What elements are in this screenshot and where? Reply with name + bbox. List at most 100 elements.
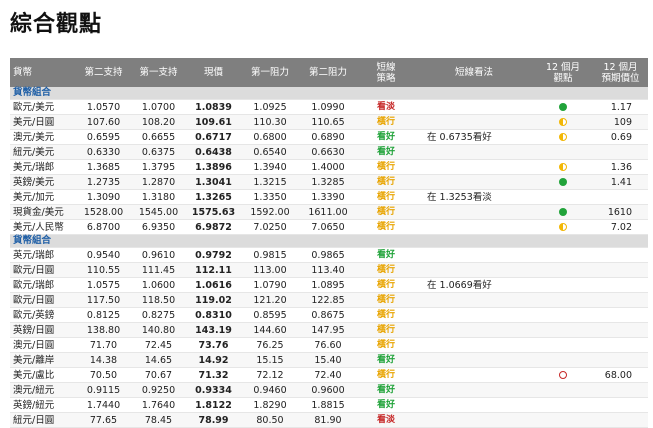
cell-s2: 0.8125 xyxy=(76,307,131,323)
cell-r2: 1.0895 xyxy=(299,277,357,293)
table-row: 美元/盧比 70.50 70.67 71.32 72.12 72.40 橫行 68.00 xyxy=(10,367,648,383)
table-row: 歐元/瑞郎 1.0575 1.0600 1.0616 1.0790 1.0895 橫行 在 1… xyxy=(10,277,648,293)
signal-cell: 看好 xyxy=(357,352,415,368)
signal-cell: 看好 xyxy=(357,382,415,398)
cell-r1: 1.0925 xyxy=(241,99,299,115)
cell-current: 78.99 xyxy=(186,412,241,428)
cell-r2: 81.90 xyxy=(299,412,357,428)
currency-name: 美元/日圓 xyxy=(10,114,76,130)
short-term-view xyxy=(415,292,533,308)
outlook-cell xyxy=(533,174,593,190)
target-price: 1.41 xyxy=(593,174,648,190)
cell-s2: 138.80 xyxy=(76,322,131,338)
signal-cell: 看好 xyxy=(357,247,415,263)
signal-cell: 橫行 xyxy=(357,277,415,293)
target-price xyxy=(593,412,648,428)
signal-cell: 橫行 xyxy=(357,292,415,308)
cell-s2: 6.8700 xyxy=(76,219,131,235)
currency-name: 美元/盧比 xyxy=(10,367,76,383)
cell-s2: 70.50 xyxy=(76,367,131,383)
cell-r1: 0.8595 xyxy=(241,307,299,323)
cell-s1: 0.9610 xyxy=(131,247,186,263)
cell-s1: 70.67 xyxy=(131,367,186,383)
currency-name: 美元/離岸 xyxy=(10,352,76,368)
col-resistance-2: 第二阻力 xyxy=(299,58,357,87)
outlook-cell xyxy=(533,382,593,398)
cell-s1: 1.0600 xyxy=(131,277,186,293)
cell-s1: 0.9250 xyxy=(131,382,186,398)
target-price xyxy=(593,397,648,413)
table-row: 現貨金/美元 1528.00 1545.00 1575.63 1592.00 1611.0… xyxy=(10,204,648,220)
cell-r1: 1.8290 xyxy=(241,397,299,413)
cell-r2: 0.6630 xyxy=(299,144,357,160)
table-row: 英元/瑞郎 0.9540 0.9610 0.9792 0.9815 0.9865 看好 xyxy=(10,247,648,263)
cell-s1: 0.8275 xyxy=(131,307,186,323)
cell-r2: 1.0990 xyxy=(299,99,357,115)
cell-s1: 0.6655 xyxy=(131,129,186,145)
half-circle-icon xyxy=(559,163,567,171)
short-term-view xyxy=(415,114,533,130)
table-row: 美元/人民幣 6.8700 6.9350 6.9872 7.0250 7.0650 橫行 7.… xyxy=(10,219,648,235)
signal-cell: 橫行 xyxy=(357,219,415,235)
target-price xyxy=(593,144,648,160)
cell-r1: 1.3350 xyxy=(241,189,299,205)
outlook-cell xyxy=(533,204,593,220)
cell-s2: 0.6595 xyxy=(76,129,131,145)
short-term-view xyxy=(415,247,533,263)
cell-s1: 1.3180 xyxy=(131,189,186,205)
cell-s2: 1.3685 xyxy=(76,159,131,175)
cell-r1: 144.60 xyxy=(241,322,299,338)
currency-name: 英元/瑞郎 xyxy=(10,247,76,263)
short-term-view: 在 1.0669看好 xyxy=(415,277,533,293)
signal-badge: 看好 xyxy=(376,132,395,142)
cell-r1: 110.30 xyxy=(241,114,299,130)
outlook-cell xyxy=(533,277,593,293)
table-row: 英鎊/紐元 1.7440 1.7640 1.8122 1.8290 1.8815 看好 xyxy=(10,397,648,413)
cell-s2: 117.50 xyxy=(76,292,131,308)
signal-cell: 橫行 xyxy=(357,337,415,353)
outlook-cell xyxy=(533,262,593,278)
signal-badge: 看淡 xyxy=(376,415,395,425)
target-price xyxy=(593,307,648,323)
short-term-view xyxy=(415,204,533,220)
cell-r2: 122.85 xyxy=(299,292,357,308)
signal-badge: 橫行 xyxy=(376,177,395,187)
cell-current: 73.76 xyxy=(186,337,241,353)
signal-cell: 橫行 xyxy=(357,204,415,220)
cell-r1: 0.6800 xyxy=(241,129,299,145)
signal-badge: 橫行 xyxy=(376,340,395,350)
cell-r1: 0.9815 xyxy=(241,247,299,263)
table-row: 歐元/美元 1.0570 1.0700 1.0839 1.0925 1.0990 看淡 1.1… xyxy=(10,99,648,115)
table-row: 紐元/日圓 77.65 78.45 78.99 80.50 81.90 看淡 xyxy=(10,412,648,428)
cell-s2: 110.55 xyxy=(76,262,131,278)
outlook-cell xyxy=(533,337,593,353)
outlook-cell xyxy=(533,159,593,175)
outlook-cell xyxy=(533,352,593,368)
cell-r2: 1.3285 xyxy=(299,174,357,190)
outlook-cell xyxy=(533,144,593,160)
cell-s1: 72.45 xyxy=(131,337,186,353)
currency-name: 澳元/美元 xyxy=(10,129,76,145)
target-price: 0.69 xyxy=(593,129,648,145)
cell-r2: 0.9865 xyxy=(299,247,357,263)
currency-name: 歐元/日圓 xyxy=(10,262,76,278)
cell-current: 109.61 xyxy=(186,114,241,130)
cell-current: 71.32 xyxy=(186,367,241,383)
short-term-view xyxy=(415,352,533,368)
signal-badge: 橫行 xyxy=(376,370,395,380)
target-price xyxy=(593,277,648,293)
short-term-view xyxy=(415,144,533,160)
short-term-view xyxy=(415,174,533,190)
cell-r2: 15.40 xyxy=(299,352,357,368)
cell-s1: 1.3795 xyxy=(131,159,186,175)
cell-r1: 113.00 xyxy=(241,262,299,278)
short-term-view: 在 0.6735看好 xyxy=(415,129,533,145)
currency-name: 英鎊/日圓 xyxy=(10,322,76,338)
outlook-cell xyxy=(533,322,593,338)
section-label: 貨幣組合 xyxy=(10,234,648,248)
table-row: 英鎊/美元 1.2735 1.2870 1.3041 1.3215 1.3285 橫行 1.4… xyxy=(10,174,648,190)
cell-s1: 14.65 xyxy=(131,352,186,368)
outlook-cell xyxy=(533,307,593,323)
cell-r2: 0.9600 xyxy=(299,382,357,398)
col-signal: 短線 策略 xyxy=(357,58,415,87)
